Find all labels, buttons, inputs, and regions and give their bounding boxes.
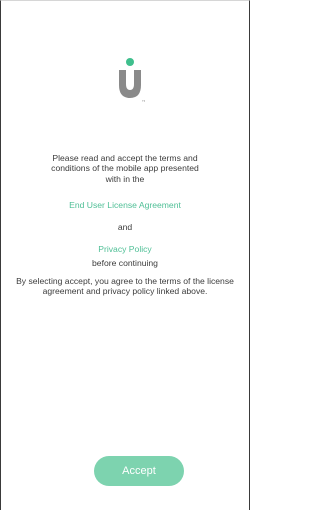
- terms-text: By selecting accept, you agree to the te…: [16, 275, 234, 297]
- privacy-policy-link[interactable]: Privacy Policy: [1, 244, 249, 254]
- u-logo-icon: TM: [119, 58, 145, 103]
- agreement-content: Please read and accept the terms and con…: [1, 153, 249, 297]
- license-screen: TM Please read and accept the terms and …: [0, 0, 250, 510]
- intro-text: Please read and accept the terms and con…: [51, 153, 199, 184]
- and-text: and: [117, 221, 133, 232]
- trademark-label: TM: [142, 99, 145, 103]
- accept-button[interactable]: Accept: [94, 456, 184, 486]
- before-continuing-text: before continuing: [92, 258, 158, 269]
- eula-link[interactable]: End User License Agreement: [1, 200, 249, 210]
